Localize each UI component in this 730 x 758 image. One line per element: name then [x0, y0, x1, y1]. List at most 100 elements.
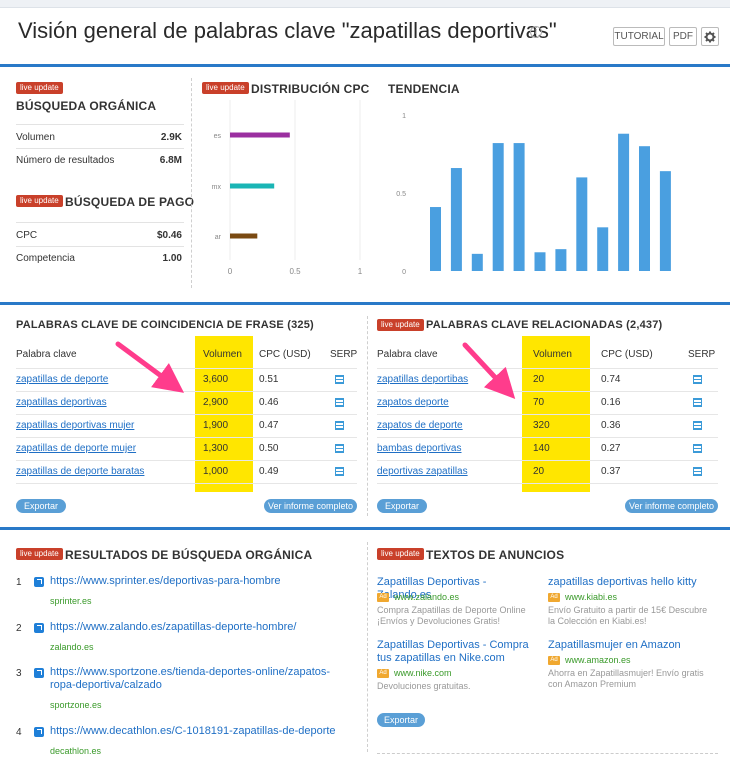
keyword-link[interactable]: zapatillas de deporte mujer	[16, 443, 136, 454]
page-title: Visión general de palabras clave "zapati…	[18, 18, 557, 43]
external-link-icon[interactable]	[34, 623, 44, 633]
ad-url[interactable]: www.amazon.es	[565, 655, 631, 665]
cpc-bar	[230, 132, 290, 138]
ad-url[interactable]: www.nike.com	[394, 668, 452, 678]
full-report-button[interactable]: Ver informe completo	[625, 499, 718, 513]
pink-arrow	[115, 341, 185, 393]
serp-icon[interactable]	[335, 467, 344, 476]
export-button[interactable]: Exportar	[377, 713, 425, 727]
ad-url[interactable]: www.kiabi.es	[565, 592, 617, 602]
result-rank: 4	[16, 727, 22, 738]
ad-badge: Ad	[548, 593, 560, 602]
settings-gear-icon[interactable]	[701, 27, 719, 46]
keyword-link[interactable]: zapatillas deportibas	[377, 374, 468, 385]
trend-bar	[618, 133, 630, 271]
serp-icon[interactable]	[335, 421, 344, 430]
x-tick-label: 0	[228, 267, 233, 276]
result-url[interactable]: https://www.sportzone.es/tienda-deportes…	[50, 666, 355, 692]
ad-badge: Ad	[377, 669, 389, 678]
info-icon[interactable]: i	[530, 26, 542, 38]
serp-icon[interactable]	[335, 398, 344, 407]
ad-title[interactable]: Zapatillas Deportivas - Compra tus zapat…	[377, 639, 542, 665]
volume-cell: 2,900	[203, 397, 229, 408]
full-report-button[interactable]: Ver informe completo	[264, 499, 357, 513]
ad-title[interactable]: zapatillas deportivas hello kitty	[548, 576, 713, 589]
external-link-icon[interactable]	[34, 668, 44, 678]
ads-title: TEXTOS DE ANUNCIOS	[426, 548, 565, 562]
cpc-cell: 0.47	[259, 420, 279, 431]
serp-icon[interactable]	[693, 375, 702, 384]
trend-chart: 1 0.5 0	[388, 104, 718, 284]
paid-search-title: BÚSQUEDA DE PAGO	[65, 195, 195, 209]
result-url[interactable]: https://www.sprinter.es/deportivas-para-…	[50, 575, 355, 588]
cpc-cell: 0.36	[601, 420, 621, 431]
export-button[interactable]: Exportar	[16, 499, 66, 513]
result-domain: zalando.es	[50, 642, 94, 652]
trend-bar	[430, 207, 441, 271]
keyword-link[interactable]: zapatillas deportivas mujer	[16, 420, 134, 431]
cpc-distribution-chart: 0 0.5 1 es mx ar	[200, 100, 370, 285]
serp-icon[interactable]	[693, 444, 702, 453]
pink-arrow	[462, 342, 516, 399]
cpc-cell: 0.37	[601, 466, 621, 477]
result-url[interactable]: https://www.decathlon.es/C-1018191-zapat…	[50, 725, 355, 738]
export-button[interactable]: Exportar	[377, 499, 427, 513]
serp-icon[interactable]	[693, 467, 702, 476]
column-separator	[367, 542, 368, 752]
results-count-label: Número de resultados	[16, 155, 115, 166]
row-divider	[16, 148, 184, 149]
row-divider	[377, 483, 718, 484]
row-divider	[377, 368, 718, 369]
volume-cell: 3,600	[203, 374, 229, 385]
result-url[interactable]: https://www.zalando.es/zapatillas-deport…	[50, 621, 355, 634]
row-divider	[16, 368, 357, 369]
cpc-value: $0.46	[156, 230, 182, 241]
keyword-link[interactable]: zapatillas deportivas	[16, 397, 107, 408]
trend-bar	[659, 171, 671, 271]
row-divider	[377, 753, 718, 754]
cpc-cell: 0.49	[259, 466, 279, 477]
external-link-icon[interactable]	[34, 577, 44, 587]
volume-cell: 1,900	[203, 420, 229, 431]
cpc-cell: 0.46	[259, 397, 279, 408]
cpc-bar	[230, 233, 258, 239]
bar-label: es	[214, 133, 222, 140]
trend-bar	[471, 253, 483, 271]
ad-description: Compra Zapatillas de Deporte Online ¡Env…	[377, 605, 526, 626]
ad-url[interactable]: www.zalando.es	[394, 592, 459, 602]
pdf-button[interactable]: PDF	[669, 27, 697, 46]
keyword-link[interactable]: deportivas zapatillas	[377, 466, 468, 477]
keyword-link[interactable]: zapatos deporte	[377, 397, 449, 408]
x-tick-label: 1	[358, 267, 363, 276]
keyword-link[interactable]: zapatillas de deporte	[16, 374, 108, 385]
row-divider	[16, 124, 184, 125]
cpc-cell: 0.16	[601, 397, 621, 408]
serp-icon[interactable]	[335, 444, 344, 453]
row-divider	[16, 391, 357, 392]
cpc-col-header: CPC (USD)	[601, 349, 653, 360]
related-title: PALABRAS CLAVE RELACIONADAS (2,437)	[426, 319, 663, 331]
volume-cell: 1,000	[203, 466, 229, 477]
live-update-badge: live update	[377, 319, 424, 331]
trend-bar	[555, 249, 567, 271]
serp-icon[interactable]	[335, 375, 344, 384]
serp-icon[interactable]	[693, 398, 702, 407]
ad-title[interactable]: Zapatillasmujer en Amazon	[548, 639, 713, 652]
keyword-link[interactable]: bambas deportivas	[377, 443, 462, 454]
ad-description: Ahorra en Zapatillasmujer! Envío gratis …	[548, 668, 704, 689]
volume-label: Volumen	[16, 132, 55, 143]
live-update-badge: live update	[16, 82, 63, 94]
trend-bar	[534, 252, 546, 271]
result-rank: 3	[16, 668, 22, 679]
keyword-link[interactable]: zapatos de deporte	[377, 420, 463, 431]
keyword-link[interactable]: zapatillas de deporte baratas	[16, 466, 144, 477]
serp-icon[interactable]	[693, 421, 702, 430]
tutorial-button[interactable]: TUTORIAL	[613, 27, 665, 46]
keyword-col-header: Palabra clave	[16, 349, 77, 360]
live-update-badge: live update	[16, 195, 63, 207]
volume-value: 2.9K	[160, 132, 182, 143]
row-divider	[16, 460, 357, 461]
external-link-icon[interactable]	[34, 727, 44, 737]
serp-col-header: SERP	[330, 349, 358, 360]
result-rank: 2	[16, 623, 22, 634]
